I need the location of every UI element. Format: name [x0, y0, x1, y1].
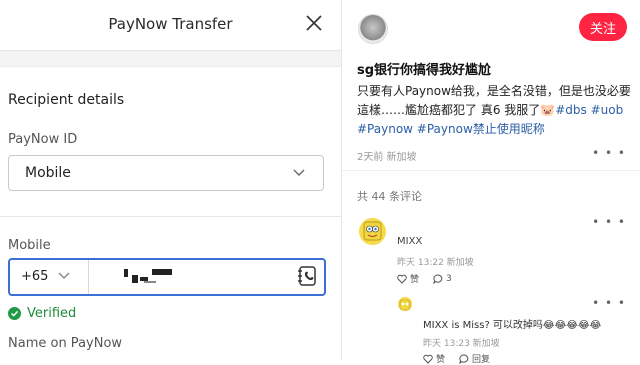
panel-header: PayNow Transfer: [0, 0, 341, 51]
contacts-book-icon[interactable]: [296, 265, 318, 287]
reply-meta: 昨天 13:23 新加坡: [423, 339, 500, 349]
paynow-transfer-panel: PayNow Transfer Recipient details PayNow…: [0, 0, 342, 360]
verified-text: Verified: [27, 306, 77, 321]
chevron-down-icon: [293, 169, 305, 176]
hashtag-dbs[interactable]: #dbs: [555, 103, 587, 117]
follow-button[interactable]: 关注: [579, 13, 627, 41]
close-icon[interactable]: [305, 14, 323, 32]
heart-icon: [423, 354, 433, 364]
reply-count: 3: [446, 273, 452, 284]
country-code-value: +65: [21, 269, 49, 284]
comment-bubble-icon: [433, 273, 443, 284]
comment-bubble-icon: [459, 353, 469, 364]
reply-button[interactable]: 回复: [459, 352, 490, 365]
author-avatar[interactable]: [358, 14, 388, 44]
reply-button[interactable]: 3: [433, 274, 452, 284]
like-label: 赞: [410, 275, 420, 285]
hashtag-paynow-nickname[interactable]: #Paynow禁止使用昵称: [417, 122, 545, 136]
section-band: [0, 51, 341, 67]
page-title: PayNow Transfer: [108, 15, 233, 33]
heart-icon: [397, 274, 407, 284]
hashtag-uob[interactable]: #uob: [591, 103, 624, 117]
comment-meta: 昨天 13:22 新加坡: [397, 258, 474, 268]
sponge-avatar-icon: [363, 221, 382, 241]
divider: [342, 170, 640, 171]
commenter-name[interactable]: MIXX: [397, 236, 422, 247]
reply-text: MIXX is Miss? 可以改掉吗😂😂😂😂😂: [423, 320, 602, 331]
post-title: sg银行你搞得我好尴尬: [357, 63, 492, 78]
mobile-input-group: +65: [8, 258, 326, 296]
mobile-label: Mobile: [8, 238, 51, 253]
like-button[interactable]: 赞: [423, 352, 445, 365]
like-label: 赞: [436, 355, 446, 365]
emoji-icon: 🐷: [540, 103, 556, 117]
reply-more-icon[interactable]: • • •: [592, 296, 626, 310]
verified-status: Verified: [8, 306, 76, 321]
name-on-paynow-label: Name on PayNow: [8, 336, 123, 351]
comment-actions: 赞 3: [397, 272, 452, 285]
comment-more-icon[interactable]: • • •: [592, 215, 626, 229]
reply-label: 回复: [472, 355, 491, 365]
reply-actions: 赞 回复: [423, 352, 490, 365]
post-body: 只要有人Paynow给我，是全名没错，但是也没必要這樣……尷尬癌都犯了 真6 我…: [357, 82, 632, 139]
mobile-number-masked[interactable]: [122, 269, 172, 283]
paynow-id-value: Mobile: [25, 165, 71, 181]
country-code-select[interactable]: +65: [10, 260, 89, 294]
comment-count: 共 44 条评论: [357, 190, 422, 203]
hashtag-paynow[interactable]: #Paynow: [357, 122, 413, 136]
chevron-down-icon: [58, 272, 70, 279]
paynow-id-select[interactable]: Mobile: [8, 155, 324, 191]
check-circle-icon: [8, 307, 21, 320]
section-title: Recipient details: [8, 92, 125, 108]
more-options-icon[interactable]: • • •: [592, 146, 626, 160]
post-meta: 2天前 新加坡: [357, 152, 417, 163]
reply-avatar[interactable]: [398, 297, 412, 311]
paynow-id-label: PayNow ID: [8, 132, 78, 147]
commenter-avatar[interactable]: [359, 218, 386, 245]
divider: [0, 216, 342, 217]
like-button[interactable]: 赞: [397, 272, 419, 285]
